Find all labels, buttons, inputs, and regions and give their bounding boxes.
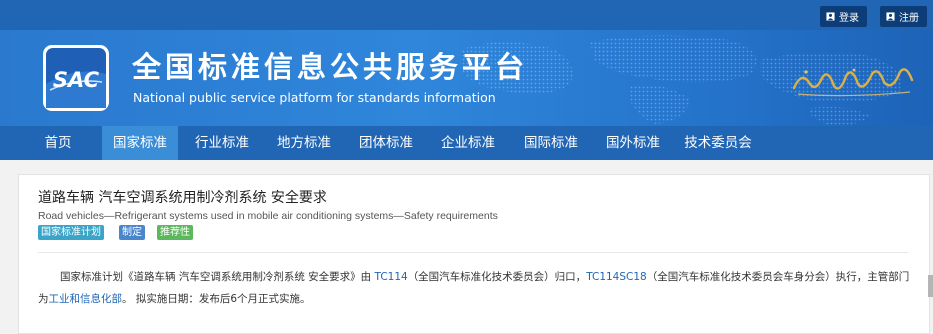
site-title: 全国标准信息公共服务平台 bbox=[132, 50, 529, 84]
top-bar: 登录 注册 bbox=[0, 0, 933, 30]
standard-title-en: Road vehicles—Refrigerant systems used i… bbox=[38, 210, 498, 222]
user-icon bbox=[886, 12, 895, 21]
user-icon bbox=[826, 12, 835, 21]
department-link[interactable]: 工业和信息化部 bbox=[49, 293, 123, 305]
login-button[interactable]: 登录 bbox=[820, 6, 867, 27]
standard-description: 国家标准计划《道路车辆 汽车空调系统用制冷剂系统 安全要求》由 TC114（全国… bbox=[38, 266, 913, 310]
tc114-link[interactable]: TC114 bbox=[375, 271, 408, 283]
nav-item-group-standards[interactable]: 团体标准 bbox=[350, 126, 422, 160]
header-banner: SAC 全国标准信息公共服务平台 National public service… bbox=[0, 30, 933, 126]
site-subtitle: National public service platform for sta… bbox=[133, 90, 496, 105]
nav-item-enterprise-standards[interactable]: 企业标准 bbox=[432, 126, 504, 160]
desc-text: 国家标准计划《道路车辆 汽车空调系统用制冷剂系统 安全要求》由 bbox=[60, 271, 375, 283]
nav-item-industry-standards[interactable]: 行业标准 bbox=[186, 126, 258, 160]
logo-text: SAC bbox=[53, 68, 100, 92]
tag-status: 制定 bbox=[119, 225, 145, 240]
nav-item-technical-committees[interactable]: 技术委员会 bbox=[678, 126, 758, 160]
standard-detail-card: 道路车辆 汽车空调系统用制冷剂系统 安全要求 Road vehicles—Ref… bbox=[18, 174, 930, 334]
nav-item-home[interactable]: 首页 bbox=[30, 126, 86, 160]
desc-text: 。 拟实施日期：发布后6个月正式实施。 bbox=[122, 293, 311, 305]
scrollbar-thumb[interactable] bbox=[928, 275, 933, 297]
desc-text: （全国汽车标准化技术委员会）归口， bbox=[407, 271, 587, 283]
nav-item-national-standards[interactable]: 国家标准 bbox=[102, 126, 178, 160]
slogan-calligraphy bbox=[792, 68, 914, 97]
nav-item-international-standards[interactable]: 国际标准 bbox=[515, 126, 587, 160]
tag-national-plan: 国家标准计划 bbox=[38, 225, 104, 240]
tc114sc18-link[interactable]: TC114SC18 bbox=[586, 271, 647, 283]
standard-title-cn: 道路车辆 汽车空调系统用制冷剂系统 安全要求 bbox=[38, 190, 327, 206]
login-label: 登录 bbox=[839, 13, 859, 24]
register-label: 注册 bbox=[899, 13, 919, 24]
register-button[interactable]: 注册 bbox=[880, 6, 927, 27]
sac-logo: SAC bbox=[43, 45, 109, 111]
divider bbox=[38, 252, 908, 253]
main-nav: 首页 国家标准 行业标准 地方标准 团体标准 企业标准 国际标准 国外标准 技术… bbox=[0, 126, 933, 160]
nav-item-local-standards[interactable]: 地方标准 bbox=[268, 126, 340, 160]
nav-item-foreign-standards[interactable]: 国外标准 bbox=[597, 126, 669, 160]
tag-nature: 推荐性 bbox=[157, 225, 193, 240]
